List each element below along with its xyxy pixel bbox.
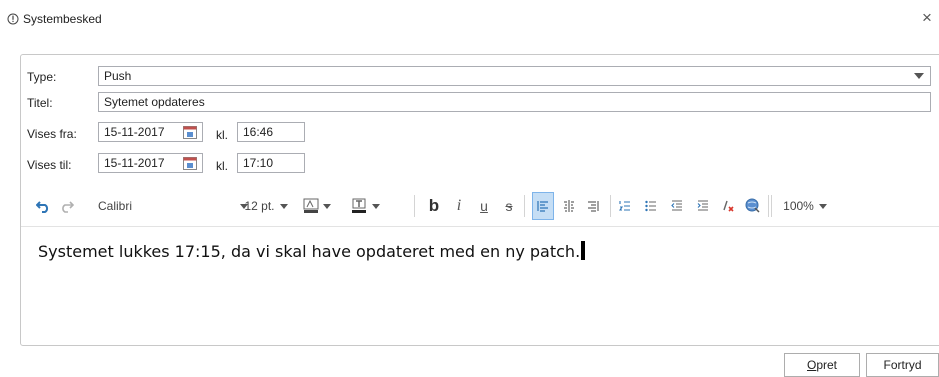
from-time-input[interactable]: 16:46	[237, 122, 305, 142]
type-value: Push	[104, 69, 132, 83]
dialog-titlebar: Systembesked ×	[0, 0, 939, 40]
toolbar-separator	[610, 195, 611, 217]
toolbar-separator	[771, 195, 772, 217]
create-button-label: pret	[816, 358, 838, 372]
chevron-down-icon	[372, 203, 380, 209]
calendar-icon[interactable]	[182, 124, 198, 140]
bold-button[interactable]: b	[425, 192, 443, 220]
highlight-icon	[303, 198, 319, 213]
to-time-input[interactable]: 17:10	[237, 153, 305, 173]
editor-toolbar: Calibri 12 pt. b i u s 100%	[20, 192, 939, 220]
indent-icon	[697, 200, 708, 211]
toolbar-divider	[21, 226, 939, 227]
clear-formatting-button[interactable]	[720, 192, 738, 220]
align-right-button[interactable]	[584, 192, 602, 220]
font-color-icon	[352, 198, 366, 213]
font-size-value: 12 pt.	[244, 199, 275, 213]
bullet-list-button[interactable]	[642, 192, 660, 220]
from-label: Vises fra:	[27, 127, 77, 141]
type-select[interactable]: Push	[98, 66, 931, 86]
font-color-button[interactable]	[350, 192, 368, 220]
globe-link-icon	[745, 198, 760, 213]
redo-button[interactable]	[58, 192, 76, 220]
to-label: Vises til:	[27, 158, 72, 172]
outdent-icon	[671, 200, 682, 211]
bullet-list-icon	[645, 200, 656, 212]
to-date-value: 15-11-2017	[104, 156, 165, 170]
create-button[interactable]: Opret	[784, 353, 860, 377]
redo-icon	[62, 201, 74, 213]
type-label: Type:	[27, 70, 57, 84]
font-select[interactable]: Calibri	[98, 192, 248, 220]
from-date-value: 15-11-2017	[104, 125, 165, 139]
align-center-icon	[564, 200, 574, 212]
indent-button[interactable]	[694, 192, 712, 220]
text-cursor	[581, 241, 586, 260]
numbered-list-button[interactable]	[616, 192, 634, 220]
numbered-list-icon	[619, 201, 630, 211]
align-left-button[interactable]	[532, 192, 554, 220]
italic-button[interactable]: i	[450, 192, 468, 220]
font-value: Calibri	[98, 199, 133, 213]
dialog-title: Systembesked	[23, 12, 102, 26]
insert-link-button[interactable]	[744, 192, 762, 220]
close-button[interactable]: ×	[922, 9, 932, 26]
strikethrough-button[interactable]: s	[500, 192, 518, 220]
to-kl-label: kl.	[216, 159, 228, 173]
title-input[interactable]: Sytemet opdateres	[98, 92, 931, 112]
undo-button[interactable]	[34, 192, 52, 220]
message-editor[interactable]: Systemet lukkes 17:15, da vi skal have o…	[38, 241, 586, 261]
toolbar-separator	[414, 195, 415, 217]
toolbar-separator	[768, 195, 769, 217]
outdent-button[interactable]	[668, 192, 686, 220]
highlight-color-button[interactable]	[302, 192, 320, 220]
from-kl-label: kl.	[216, 128, 228, 142]
font-size-select[interactable]: 12 pt.	[240, 192, 292, 220]
align-center-button[interactable]	[560, 192, 578, 220]
calendar-icon[interactable]	[182, 155, 198, 171]
align-left-icon	[537, 201, 548, 212]
clear-formatting-icon	[723, 200, 734, 212]
create-button-accesskey: O	[806, 358, 817, 372]
undo-icon	[36, 201, 49, 213]
toolbar-separator	[524, 195, 525, 217]
message-text: Systemet lukkes 17:15, da vi skal have o…	[38, 242, 581, 261]
chevron-down-icon	[279, 203, 288, 209]
align-right-icon	[588, 201, 599, 212]
font-color-dropdown[interactable]	[370, 192, 382, 220]
underline-button[interactable]: u	[475, 192, 493, 220]
zoom-value: 100%	[783, 199, 814, 213]
zoom-select[interactable]: 100%	[780, 192, 830, 220]
chevron-down-icon	[323, 203, 331, 209]
chevron-down-icon	[818, 203, 827, 209]
chevron-down-icon	[914, 73, 924, 79]
cancel-button[interactable]: Fortryd	[866, 353, 939, 377]
title-label: Titel:	[27, 96, 53, 110]
highlight-color-dropdown[interactable]	[321, 192, 333, 220]
info-icon	[7, 13, 19, 25]
